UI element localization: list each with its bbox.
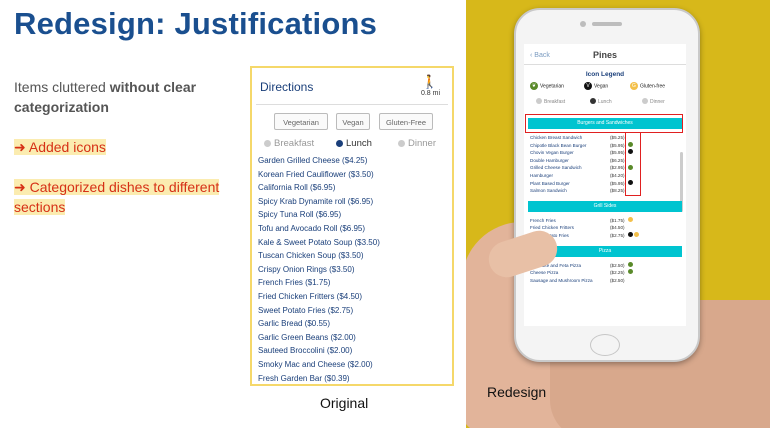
caption-original: Original [320,395,369,411]
original-menu-list: Garden Grilled Cheese ($4.25) Korean Frie… [258,154,380,385]
meal-breakfast-radio[interactable]: Breakfast [264,138,314,149]
menu-item[interactable]: French Fries ($1.75) [258,276,380,290]
redesign-panel: Pines ‹ Back Icon Legend ❦ Vegetarian V Ve… [466,0,770,428]
menu-item[interactable]: Salmon Sandwich [530,187,567,195]
menu-item-price: ($5.95) [610,180,625,186]
menu-item[interactable]: Garlic Green Beans ($2.00) [258,331,380,345]
caption-redesign: Redesign [487,384,547,400]
menu-item-price: ($8.25) [610,188,625,194]
bullet-text: Added icons [28,139,106,155]
menu-item[interactable]: Fried Chicken Fritters ($4.50) [258,290,380,304]
menu-item-price: ($4.50) [610,225,625,231]
meal-dinner-radio[interactable]: Dinner [398,138,436,149]
menu-item[interactable]: Spicy Krab Dynamite roll ($6.95) [258,195,380,209]
filter-vegan-button[interactable]: Vegan [336,113,370,130]
speaker-icon [592,22,622,26]
menu-item[interactable]: Tofu and Avocado Roll ($6.95) [258,222,380,236]
menu-item-price: ($6.25) [610,157,625,163]
camera-icon [580,21,586,27]
vegan-v-icon [628,232,633,238]
directions-link[interactable]: Directions [260,80,313,94]
slide-title: Redesign: Justifications [14,6,378,41]
meal-breakfast-radio[interactable]: Breakfast [536,98,565,105]
menu-item-price: ($5.95) [610,150,625,156]
icon-legend-title: Icon Legend [585,71,625,78]
filter-gluten-free-button[interactable]: Gluten-Free [379,113,433,130]
menu-item[interactable]: Hamburger [530,172,553,180]
leaf-icon: ❦ [530,82,538,90]
walking-person-icon: 🚶 [421,74,438,89]
original-screenshot: Directions 🚶 0.8 mi Vegetarian Vegan Glu… [250,66,454,386]
menu-item-price: ($2.75) [610,233,625,238]
menu-item[interactable]: Smoky Mac and Cheese ($2.00) [258,358,380,372]
vegan-v-icon: V [584,82,592,90]
home-button[interactable] [590,334,620,356]
phone-screen: Pines ‹ Back Icon Legend ❦ Vegetarian V Ve… [524,44,686,326]
menu-item[interactable]: California Roll ($6.95) [258,181,380,195]
menu-item[interactable]: Chipotle Black Bean Burger [530,142,586,150]
bullet-text: Categorized dishes to different sections [14,179,220,215]
menu-item[interactable]: Cheese Pizza [530,269,558,277]
intro-text: Items cluttered without clear categoriza… [14,77,219,117]
highlight-box-icons [625,132,641,196]
menu-item[interactable]: Plant Based Burger [530,180,570,188]
phone-mockup: Pines ‹ Back Icon Legend ❦ Vegetarian V Ve… [514,8,700,362]
menu-item[interactable]: Chovin Vegan Burger [530,149,574,157]
menu-item-price: ($2.50) [610,277,625,283]
menu-item[interactable]: Garden Grilled Cheese ($4.25) [258,154,380,168]
meal-dinner-radio[interactable]: Dinner [642,98,665,105]
divider [524,64,686,65]
menu-item-price: ($4.20) [610,173,625,178]
meal-lunch-radio[interactable]: Lunch [590,98,612,105]
meal-lunch-radio[interactable]: Lunch [336,138,372,149]
diet-icons [628,261,634,270]
diet-icons [628,232,640,240]
arrow-icon: ➜ [14,179,26,195]
menu-item[interactable]: Tuscan Chicken Soup ($3.50) [258,249,380,263]
highlight-box-section [525,114,683,133]
divider [256,104,448,105]
menu-item-price: ($2.95) [610,165,625,171]
leaf-icon [628,261,633,267]
menu-item-price: ($5.95) [610,142,625,148]
menu-item[interactable]: Fresh Garden Bar ($0.39) [258,372,380,385]
gluten-free-icon [628,216,633,222]
legend-vegetarian: ❦ Vegetarian [530,82,564,90]
menu-item[interactable]: Sauteed Broccolini ($2.00) [258,344,380,358]
bullet-added-icons: ➜ Added icons [14,137,106,157]
back-button[interactable]: ‹ Back [530,52,550,59]
menu-item-price: ($2.25) [610,270,625,276]
leaf-icon [628,269,633,275]
menu-item-price: ($2.50) [610,262,625,268]
menu-item[interactable]: Sausage and Mushroom Pizza [530,277,593,285]
menu-item-price: ($1.75) [610,217,625,223]
intro-plain: Items cluttered [14,79,110,95]
legend-gluten-free: G Gluten-free [630,82,665,90]
section-header: Grill Sides [528,200,682,212]
menu-item[interactable]: Kale & Sweet Potato Soup ($3.50) [258,236,380,250]
menu-item[interactable]: Garlic Bread ($0.55) [258,317,380,331]
menu-item-price: ($5.25) [610,135,625,140]
diet-icons [628,269,634,277]
distance-label: 0.8 mi [420,90,440,97]
arrow-icon: ➜ [14,139,26,155]
diet-icons [628,216,634,225]
menu-item[interactable]: Chicken Breast Sandwich [530,134,582,142]
menu-item[interactable]: Double Hamburger [530,157,569,165]
filter-vegetarian-button[interactable]: Vegetarian [274,113,328,130]
menu-item[interactable]: Korean Fried Cauliflower ($3.50) [258,168,380,182]
menu-item[interactable]: French Fries [530,217,556,225]
gluten-free-icon: G [630,82,638,90]
menu-item[interactable]: Spicy Tuna Roll ($6.95) [258,208,380,222]
menu-item[interactable]: Grilled Cheese Sandwich [530,164,582,172]
menu-item[interactable]: Crispy Onion Rings ($3.50) [258,263,380,277]
legend-vegan: V Vegan [584,82,608,90]
gluten-free-icon [634,232,639,238]
menu-item[interactable]: Sweet Potato Fries ($2.75) [258,304,380,318]
bullet-categorized: ➜ Categorized dishes to different sectio… [14,177,234,217]
